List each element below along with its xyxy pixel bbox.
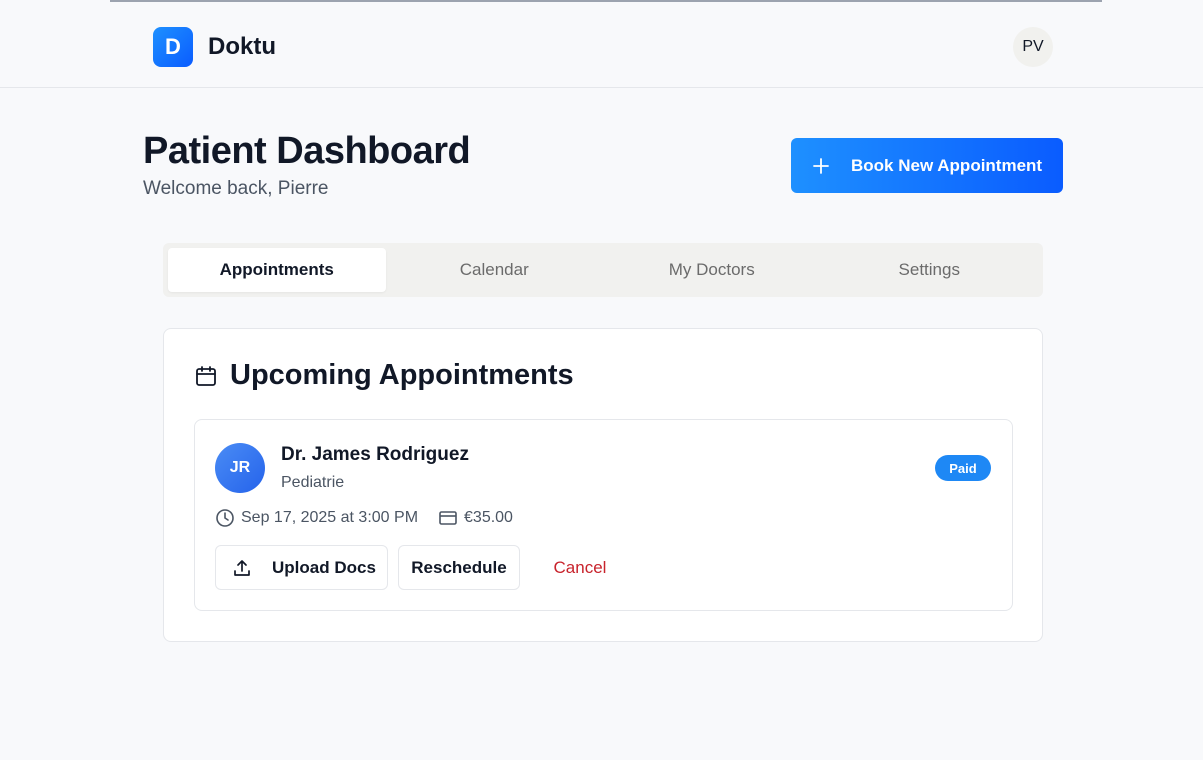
- datetime-text: Sep 17, 2025 at 3:00 PM: [241, 509, 419, 526]
- user-avatar[interactable]: PV: [1013, 27, 1053, 67]
- tab-my-doctors[interactable]: My Doctors: [603, 248, 821, 292]
- book-appointment-button[interactable]: Book New Appointment: [791, 138, 1063, 193]
- app-header: D Doktu PV: [0, 8, 1203, 88]
- dashboard-tabs: Appointments Calendar My Doctors Setting…: [163, 243, 1043, 297]
- logo-icon[interactable]: D: [153, 27, 193, 67]
- page-subtitle: Welcome back, Pierre: [143, 178, 329, 199]
- reschedule-button[interactable]: Reschedule: [398, 545, 520, 590]
- cancel-button[interactable]: Cancel: [530, 545, 630, 590]
- tab-calendar[interactable]: Calendar: [386, 248, 604, 292]
- app-name[interactable]: Doktu: [208, 33, 276, 61]
- card-header: Upcoming Appointments: [194, 359, 574, 392]
- reschedule-label: Reschedule: [411, 557, 507, 577]
- tab-appointments[interactable]: Appointments: [168, 248, 386, 292]
- upload-docs-label: Upload Docs: [272, 557, 376, 577]
- page-title: Patient Dashboard: [143, 130, 471, 172]
- appointment-price: €35.00: [438, 508, 513, 528]
- price-text: €35.00: [464, 509, 513, 526]
- top-divider: [110, 0, 1102, 2]
- status-badge: Paid: [935, 455, 991, 481]
- cancel-label: Cancel: [553, 557, 607, 577]
- appointment-item: JR Dr. James Rodriguez Pediatrie Paid Se…: [194, 419, 1013, 611]
- doctor-specialty: Pediatrie: [281, 474, 345, 491]
- appointment-datetime: Sep 17, 2025 at 3:00 PM: [215, 508, 418, 528]
- book-appointment-label: Book New Appointment: [851, 155, 1043, 175]
- upcoming-appointments-card: Upcoming Appointments JR Dr. James Rodri…: [163, 328, 1043, 642]
- upload-docs-button[interactable]: Upload Docs: [215, 545, 388, 590]
- plus-icon: [813, 157, 829, 174]
- clock-icon: [216, 509, 234, 527]
- card-title: Upcoming Appointments: [230, 359, 574, 391]
- appointment-actions: Upload Docs Reschedule Cancel: [215, 545, 630, 590]
- calendar-icon: [196, 365, 216, 386]
- tab-settings[interactable]: Settings: [821, 248, 1039, 292]
- credit-card-icon: [439, 511, 457, 525]
- appointment-meta: Sep 17, 2025 at 3:00 PM €35.00: [215, 508, 533, 528]
- upload-icon: [234, 559, 250, 576]
- doctor-name: Dr. James Rodriguez: [281, 444, 469, 465]
- doctor-avatar: JR: [215, 443, 265, 493]
